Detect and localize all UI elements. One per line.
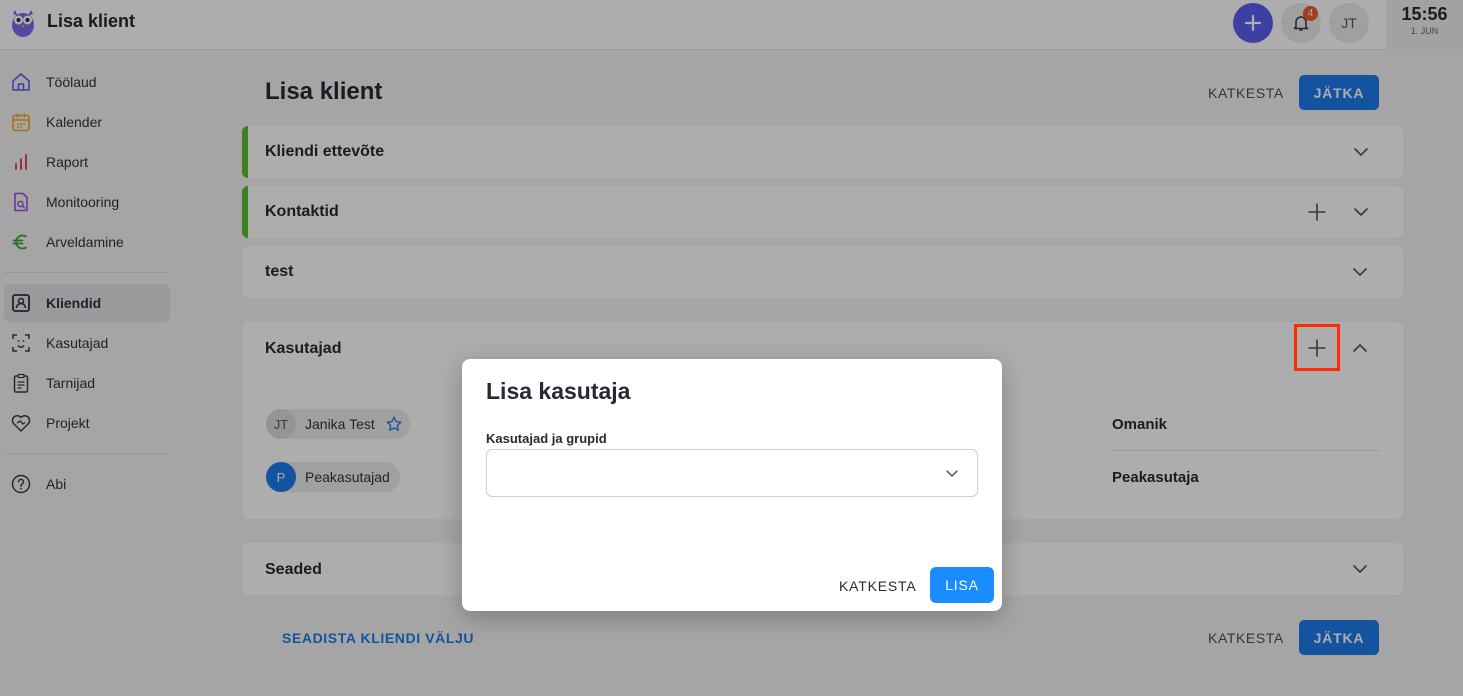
highlight-box	[1294, 324, 1340, 371]
dialog-title: Lisa kasutaja	[486, 378, 631, 404]
users-groups-select[interactable]	[486, 449, 978, 497]
dialog-cancel-button[interactable]: KATKESTA	[839, 578, 916, 594]
add-user-dialog: Lisa kasutaja Kasutajad ja grupid KATKES…	[462, 359, 1002, 611]
field-label: Kasutajad ja grupid	[486, 431, 607, 446]
dialog-add-button[interactable]: LISA	[930, 567, 994, 603]
chevron-down-icon[interactable]	[943, 464, 961, 482]
